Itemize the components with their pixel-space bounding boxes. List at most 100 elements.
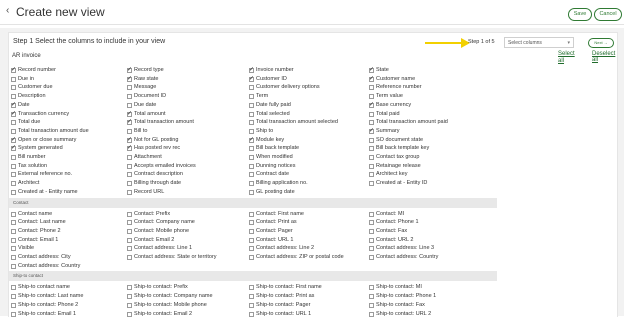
column-checkbox[interactable]: [127, 172, 132, 178]
column-checkbox[interactable]: [11, 263, 16, 269]
column-checkbox[interactable]: [127, 163, 132, 169]
column-checkbox[interactable]: [11, 246, 16, 252]
column-checkbox[interactable]: [369, 66, 374, 75]
column-checkbox[interactable]: [11, 220, 16, 226]
column-checkbox[interactable]: [127, 110, 132, 119]
column-checkbox[interactable]: [249, 75, 254, 84]
column-checkbox[interactable]: [11, 110, 16, 119]
column-checkbox[interactable]: [127, 237, 132, 243]
column-checkbox[interactable]: [369, 163, 374, 169]
column-checkbox[interactable]: [127, 102, 132, 108]
column-checkbox[interactable]: [369, 94, 374, 100]
column-checkbox[interactable]: [11, 85, 16, 91]
column-checkbox[interactable]: [127, 136, 132, 145]
column-checkbox[interactable]: [11, 144, 16, 153]
select-columns-dropdown[interactable]: Select columns ▾: [504, 37, 574, 48]
column-checkbox[interactable]: [249, 220, 254, 226]
column-checkbox[interactable]: [249, 255, 254, 260]
column-checkbox[interactable]: [249, 94, 254, 100]
column-checkbox[interactable]: [127, 294, 132, 300]
column-checkbox[interactable]: [369, 155, 374, 160]
column-checkbox[interactable]: [127, 228, 132, 234]
column-checkbox[interactable]: [11, 94, 16, 100]
column-checkbox[interactable]: [11, 120, 16, 126]
column-checkbox[interactable]: [11, 237, 16, 243]
save-button[interactable]: Save: [568, 8, 592, 21]
column-checkbox[interactable]: [369, 75, 374, 84]
column-checkbox[interactable]: [369, 220, 374, 226]
column-checkbox[interactable]: [369, 294, 374, 300]
column-checkbox[interactable]: [249, 136, 254, 145]
column-checkbox[interactable]: [369, 146, 374, 152]
column-checkbox[interactable]: [249, 155, 254, 160]
column-checkbox[interactable]: [11, 66, 16, 75]
column-checkbox[interactable]: [11, 302, 16, 308]
column-checkbox[interactable]: [369, 120, 374, 126]
column-checkbox[interactable]: [127, 285, 132, 291]
column-checkbox[interactable]: [369, 285, 374, 291]
column-checkbox[interactable]: [249, 211, 254, 217]
column-checkbox[interactable]: [369, 127, 374, 136]
column-checkbox[interactable]: [127, 246, 132, 252]
column-checkbox[interactable]: [11, 285, 16, 291]
column-checkbox[interactable]: [249, 302, 254, 308]
column-checkbox[interactable]: [249, 228, 254, 234]
column-checkbox[interactable]: [127, 181, 132, 187]
column-checkbox[interactable]: [11, 128, 16, 134]
column-checkbox[interactable]: [127, 189, 132, 195]
next-button[interactable]: Next →: [588, 38, 614, 48]
column-checkbox[interactable]: [369, 302, 374, 308]
column-checkbox[interactable]: [369, 101, 374, 110]
column-checkbox[interactable]: [11, 163, 16, 169]
column-checkbox[interactable]: [11, 255, 16, 260]
column-checkbox[interactable]: [249, 111, 254, 117]
column-checkbox[interactable]: [11, 101, 16, 110]
column-checkbox[interactable]: [369, 172, 374, 178]
column-checkbox[interactable]: [11, 189, 16, 195]
column-checkbox[interactable]: [249, 189, 254, 195]
column-checkbox[interactable]: [249, 102, 254, 108]
column-checkbox[interactable]: [11, 155, 16, 160]
column-checkbox[interactable]: [249, 163, 254, 169]
column-checkbox[interactable]: [127, 66, 132, 75]
column-checkbox[interactable]: [127, 144, 132, 153]
column-checkbox[interactable]: [127, 211, 132, 217]
column-checkbox[interactable]: [249, 237, 254, 243]
column-checkbox[interactable]: [369, 137, 374, 143]
column-checkbox[interactable]: [249, 285, 254, 291]
column-checkbox[interactable]: [249, 120, 254, 126]
column-checkbox[interactable]: [127, 220, 132, 226]
select-all-link[interactable]: Select all: [558, 51, 582, 65]
column-checkbox[interactable]: [11, 228, 16, 234]
column-checkbox[interactable]: [127, 155, 132, 160]
column-checkbox[interactable]: [127, 128, 132, 134]
column-checkbox[interactable]: [127, 75, 132, 84]
cancel-button[interactable]: Cancel: [594, 8, 622, 21]
column-checkbox[interactable]: [249, 246, 254, 252]
column-checkbox[interactable]: [249, 85, 254, 91]
column-checkbox[interactable]: [11, 211, 16, 217]
column-checkbox[interactable]: [127, 255, 132, 260]
column-checkbox[interactable]: [369, 181, 374, 187]
column-checkbox[interactable]: [249, 66, 254, 75]
column-checkbox[interactable]: [127, 94, 132, 100]
column-checkbox[interactable]: [249, 181, 254, 187]
back-arrow-icon[interactable]: ‹: [6, 6, 16, 16]
column-checkbox[interactable]: [11, 294, 16, 300]
column-checkbox[interactable]: [11, 172, 16, 178]
column-checkbox[interactable]: [11, 181, 16, 187]
column-checkbox[interactable]: [127, 302, 132, 308]
column-checkbox[interactable]: [249, 294, 254, 300]
column-checkbox[interactable]: [249, 146, 254, 152]
column-checkbox[interactable]: [11, 136, 16, 145]
column-checkbox[interactable]: [249, 172, 254, 178]
column-checkbox[interactable]: [249, 128, 254, 134]
column-checkbox[interactable]: [369, 237, 374, 243]
deselect-all-link[interactable]: Deselect all: [592, 51, 617, 63]
column-checkbox[interactable]: [369, 211, 374, 217]
column-checkbox[interactable]: [369, 228, 374, 234]
column-checkbox[interactable]: [369, 111, 374, 117]
column-checkbox[interactable]: [369, 246, 374, 252]
column-checkbox[interactable]: [369, 255, 374, 260]
column-checkbox[interactable]: [11, 76, 16, 82]
